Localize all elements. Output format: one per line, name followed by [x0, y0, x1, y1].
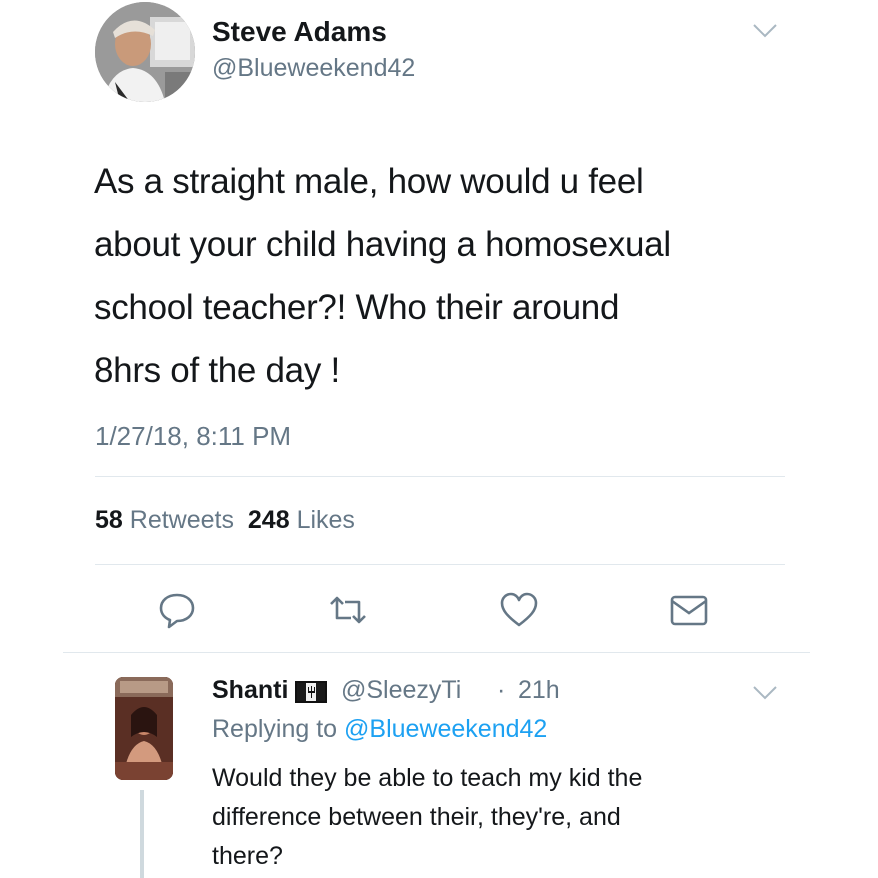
likes-count: 248: [247, 506, 290, 534]
retweets-stat[interactable]: 58 Retweets: [95, 506, 234, 534]
replying-prefix: Replying to: [212, 715, 338, 743]
reply-author-handle[interactable]: @SleezyTi: [341, 676, 461, 705]
reply-text: Would they be able to teach my kid the d…: [212, 764, 643, 870]
divider: [63, 652, 810, 653]
retweets-label: Retweets: [129, 506, 234, 534]
reply-author-avatar[interactable]: [115, 677, 173, 780]
author-avatar[interactable]: [95, 2, 195, 102]
tweet-stats: 58 Retweets 248 Likes: [95, 506, 355, 535]
tweet-text: As a straight male, how would u feel abo…: [94, 162, 671, 390]
reply-author-name[interactable]: Shanti: [212, 676, 288, 705]
chevron-down-icon[interactable]: [752, 22, 778, 45]
retweets-count: 58: [95, 506, 123, 534]
likes-label: Likes: [296, 506, 355, 534]
author-name[interactable]: Steve Adams: [212, 16, 387, 48]
tweet-timestamp: 1/27/18, 8:11 PM: [95, 421, 292, 451]
divider: [95, 564, 785, 565]
reply-time[interactable]: 21h: [518, 676, 560, 705]
chevron-down-icon[interactable]: [752, 684, 778, 707]
retweet-icon[interactable]: [328, 590, 368, 630]
heart-icon[interactable]: [499, 590, 539, 630]
author-handle[interactable]: @Blueweekend42: [212, 54, 415, 83]
replying-to-mention[interactable]: @Blueweekend42: [344, 715, 547, 743]
thread-line: [140, 790, 144, 878]
replying-to: Replying to @Blueweekend42: [212, 715, 547, 744]
barbados-flag-icon: [295, 681, 327, 703]
reply-icon[interactable]: [157, 590, 197, 630]
envelope-icon[interactable]: [669, 590, 709, 630]
likes-stat[interactable]: 248 Likes: [248, 506, 355, 534]
reply-separator: ·: [497, 676, 506, 704]
divider: [95, 476, 785, 477]
